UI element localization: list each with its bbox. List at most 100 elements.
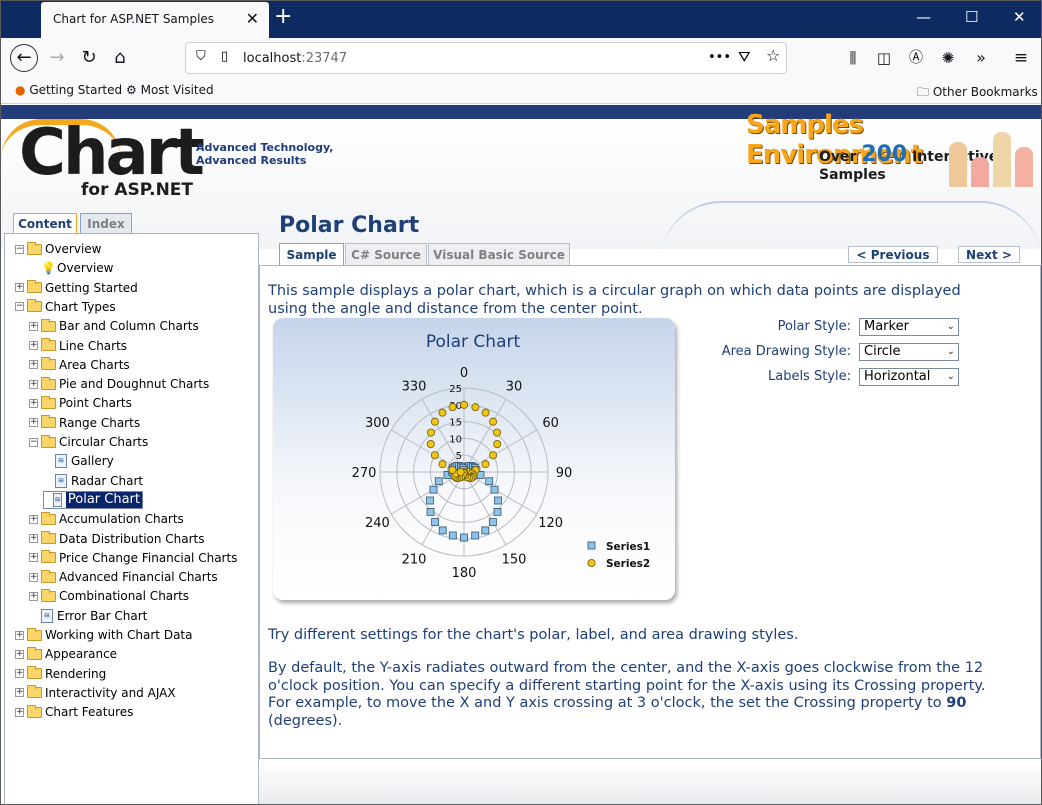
angle-tick-label: 120 bbox=[538, 516, 563, 531]
page-info-icon[interactable]: ▯ bbox=[221, 49, 228, 64]
minimize-icon[interactable]: — bbox=[916, 8, 931, 26]
expand-icon[interactable]: + bbox=[29, 591, 38, 601]
library-icon[interactable]: ⫼ bbox=[839, 44, 867, 72]
expand-icon[interactable]: + bbox=[29, 514, 38, 524]
tree-item[interactable]: 💡 Overview bbox=[29, 259, 114, 277]
area-drawing-style-select[interactable]: Circle ⌄ bbox=[859, 343, 959, 361]
close-tab-icon[interactable]: ✕ bbox=[246, 9, 259, 28]
tab-index[interactable]: Index bbox=[80, 213, 132, 234]
expand-icon[interactable]: + bbox=[29, 572, 38, 582]
tab-csharp-source[interactable]: C# Source bbox=[345, 243, 427, 266]
url-bar[interactable]: ⛉ ▯ localhost:23747 ••• ⛛ ☆ bbox=[185, 42, 787, 74]
pocket-icon[interactable]: ⛛ bbox=[738, 48, 751, 66]
page-title: Polar Chart bbox=[279, 213, 420, 238]
angle-tick-label: 180 bbox=[452, 566, 477, 581]
folder-icon bbox=[41, 550, 56, 564]
tree-item[interactable]: + Price Change Financial Charts bbox=[29, 549, 237, 567]
expand-icon[interactable]: + bbox=[15, 630, 24, 640]
expand-icon[interactable]: + bbox=[29, 398, 38, 408]
expand-icon[interactable]: + bbox=[29, 360, 38, 370]
tree-item[interactable]: − Circular Charts bbox=[29, 433, 148, 451]
labels-style-select[interactable]: Horizontal ⌄ bbox=[859, 368, 959, 386]
expand-icon[interactable]: + bbox=[29, 379, 38, 389]
expand-icon[interactable]: + bbox=[29, 418, 38, 428]
expand-icon[interactable]: + bbox=[15, 669, 24, 679]
folder-icon bbox=[41, 569, 56, 583]
tree-item[interactable]: ≋ Gallery bbox=[43, 452, 114, 470]
account-icon[interactable]: Ⓐ bbox=[902, 44, 930, 72]
tab-vb-source[interactable]: Visual Basic Source bbox=[428, 243, 570, 266]
hamburger-menu-icon[interactable]: ≡ bbox=[1007, 44, 1035, 72]
series2-point bbox=[448, 465, 457, 474]
tree-item[interactable]: ≋ Error Bar Chart bbox=[29, 607, 147, 625]
polar-style-select[interactable]: Marker ⌄ bbox=[859, 318, 959, 336]
radial-tick-label: 25 bbox=[449, 384, 462, 395]
collapse-icon[interactable]: − bbox=[15, 302, 24, 312]
overflow-menu-icon[interactable]: » bbox=[967, 44, 995, 72]
angle-tick-label: 270 bbox=[352, 466, 377, 481]
tree-item[interactable]: + Working with Chart Data bbox=[15, 626, 192, 644]
url-text[interactable]: localhost:23747 bbox=[243, 51, 347, 66]
collapse-icon[interactable]: − bbox=[29, 437, 38, 447]
forward-icon[interactable]: → bbox=[43, 44, 71, 72]
home-icon[interactable]: ⌂ bbox=[106, 44, 134, 72]
maximize-icon[interactable]: ☐ bbox=[965, 8, 978, 26]
other-bookmarks[interactable]: 🗀 Other Bookmarks bbox=[917, 83, 1038, 104]
series1-point bbox=[490, 485, 499, 494]
series1-point bbox=[485, 477, 494, 486]
tree-item[interactable]: − Overview bbox=[15, 240, 102, 258]
tab-sample[interactable]: Sample bbox=[279, 243, 344, 266]
tree-item[interactable]: ≋ Polar Chart bbox=[43, 490, 143, 509]
tree-item[interactable]: + Bar and Column Charts bbox=[29, 317, 199, 335]
tree-item[interactable]: + Rendering bbox=[15, 665, 106, 683]
sidebar-toggle-icon[interactable]: ◫ bbox=[870, 44, 898, 72]
bookmark-most-visited[interactable]: ⚙ Most Visited bbox=[126, 83, 214, 97]
page-actions-icon[interactable]: ••• bbox=[708, 50, 731, 65]
next-button[interactable]: Next > bbox=[958, 246, 1020, 263]
collapse-icon[interactable]: − bbox=[15, 244, 24, 254]
expand-icon[interactable]: + bbox=[15, 707, 24, 717]
reload-icon[interactable]: ↻ bbox=[75, 44, 103, 72]
tree-item[interactable]: + Advanced Financial Charts bbox=[29, 568, 218, 586]
expand-icon[interactable]: + bbox=[29, 553, 38, 563]
expand-icon[interactable]: + bbox=[15, 649, 24, 659]
extension-icon[interactable]: ✺ bbox=[934, 44, 962, 72]
expand-icon[interactable]: + bbox=[29, 341, 38, 350]
bookmark-getting-started[interactable]: ● Getting Started bbox=[15, 83, 122, 97]
tab-content[interactable]: Content bbox=[13, 213, 77, 234]
back-icon[interactable]: ← bbox=[10, 44, 38, 72]
expand-icon[interactable]: + bbox=[15, 688, 24, 698]
tree-item[interactable]: + Chart Features bbox=[15, 703, 133, 721]
series1-point bbox=[438, 526, 447, 535]
tree-item[interactable]: + Appearance bbox=[15, 645, 117, 663]
previous-button[interactable]: < Previous bbox=[848, 246, 938, 263]
series2-point bbox=[489, 451, 498, 460]
tree-item[interactable]: + Line Charts bbox=[29, 337, 127, 355]
tree-item[interactable]: + Point Charts bbox=[29, 394, 132, 412]
tree-item[interactable]: + Area Charts bbox=[29, 356, 130, 374]
bookmark-star-icon[interactable]: ☆ bbox=[766, 46, 780, 65]
new-tab-icon[interactable]: + bbox=[274, 4, 292, 29]
tree-item[interactable]: + Pie and Doughnut Charts bbox=[29, 375, 209, 393]
expand-icon[interactable]: + bbox=[29, 534, 38, 543]
tree-item[interactable]: + Accumulation Charts bbox=[29, 510, 184, 528]
angle-tick-label: 210 bbox=[402, 553, 427, 568]
expand-icon[interactable]: + bbox=[15, 283, 24, 293]
window-close-icon[interactable]: ✕ bbox=[1013, 8, 1026, 26]
series2-point bbox=[438, 460, 447, 469]
expand-icon[interactable]: + bbox=[29, 321, 38, 331]
tree-item[interactable]: + Getting Started bbox=[15, 279, 138, 297]
tree-item-label: Pie and Doughnut Charts bbox=[59, 377, 210, 392]
series1-point bbox=[429, 485, 438, 494]
tree-item[interactable]: + Combinational Charts bbox=[29, 587, 189, 605]
series1-point bbox=[460, 533, 468, 542]
tree-item[interactable]: + Data Distribution Charts bbox=[29, 530, 205, 548]
tree-item[interactable]: + Range Charts bbox=[29, 414, 140, 432]
series2-point bbox=[459, 400, 468, 409]
browser-tab[interactable]: Chart for ASP.NET Samples ✕ bbox=[41, 2, 269, 38]
tree-item[interactable]: ≋ Radar Chart bbox=[43, 472, 143, 490]
shield-icon[interactable]: ⛉ bbox=[196, 49, 206, 64]
tree-item[interactable]: + Interactivity and AJAX bbox=[15, 684, 176, 702]
series2-point bbox=[430, 451, 439, 460]
tree-item[interactable]: − Chart Types bbox=[15, 298, 116, 316]
